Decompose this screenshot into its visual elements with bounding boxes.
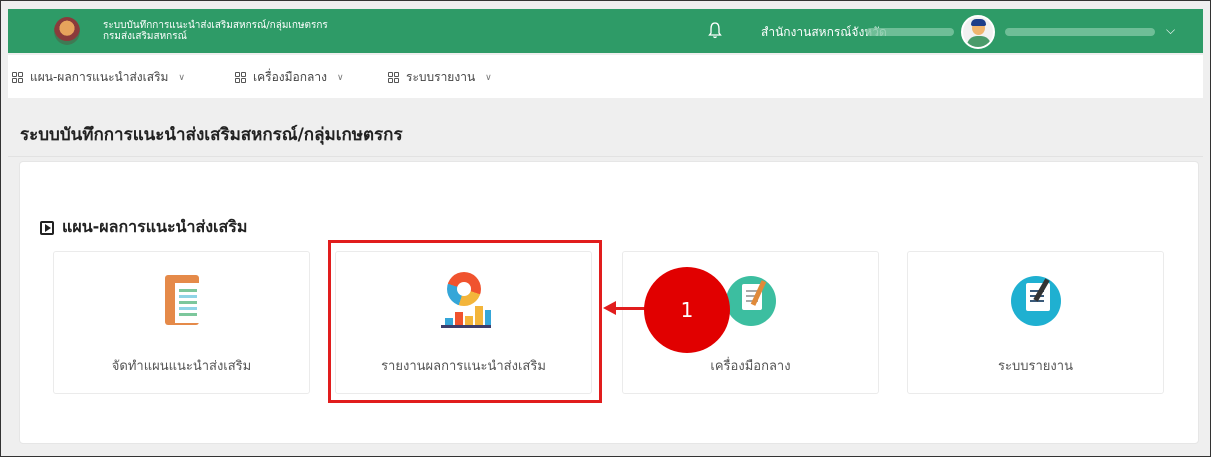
section-title-text: แผน-ผลการแนะนำส่งเสริม bbox=[62, 217, 248, 236]
section-title: แผน-ผลการแนะนำส่งเสริม bbox=[40, 215, 247, 240]
app-title: ระบบบันทึกการแนะนำส่งเสริมสหกรณ์/กลุ่มเก… bbox=[103, 20, 328, 42]
menu-item-reports[interactable]: ระบบรายงาน ∨ bbox=[388, 68, 492, 87]
page-title: ระบบบันทึกการแนะนำส่งเสริมสหกรณ์/กลุ่มเก… bbox=[20, 125, 403, 145]
screenshot-frame: ระบบบันทึกการแนะนำส่งเสริมสหกรณ์/กลุ่มเก… bbox=[0, 0, 1211, 457]
menu-item-label: แผน-ผลการแนะนำส่งเสริม bbox=[30, 70, 169, 84]
grid-icon bbox=[12, 71, 24, 84]
grid-icon bbox=[235, 71, 247, 84]
menu-bar: แผน-ผลการแนะนำส่งเสริม ∨ เครื่องมือกลาง … bbox=[8, 55, 1203, 98]
chevron-down-icon: ∨ bbox=[178, 72, 186, 83]
tile-report-system[interactable]: ระบบรายงาน bbox=[907, 251, 1164, 394]
org-name-redacted bbox=[866, 28, 954, 36]
tile-label: เครื่องมือกลาง bbox=[710, 359, 791, 374]
tile-label: จัดทำแผนแนะนำส่งเสริม bbox=[111, 359, 252, 374]
tile-label: ระบบรายงาน bbox=[998, 359, 1073, 374]
user-name-redacted[interactable] bbox=[1005, 28, 1155, 36]
grid-icon bbox=[388, 71, 400, 84]
highlight-box bbox=[328, 240, 602, 403]
tile-create-plan[interactable]: จัดทำแผนแนะนำส่งเสริม bbox=[53, 251, 310, 394]
arrow-left-icon bbox=[603, 301, 616, 315]
bell-icon[interactable] bbox=[708, 21, 722, 39]
department-logo bbox=[54, 17, 80, 45]
play-square-icon bbox=[40, 220, 54, 235]
app-title-text: ระบบบันทึกการแนะนำส่งเสริมสหกรณ์/กลุ่มเก… bbox=[103, 20, 328, 31]
report-icon bbox=[1010, 272, 1061, 328]
chevron-down-icon: ∨ bbox=[485, 72, 492, 83]
step-badge: 1 bbox=[644, 267, 730, 353]
app-subtitle-text: กรมส่งเสริมสหกรณ์ bbox=[103, 31, 187, 42]
top-bar: ระบบบันทึกการแนะนำส่งเสริมสหกรณ์/กลุ่มเก… bbox=[8, 9, 1203, 53]
menu-item-label: ระบบรายงาน bbox=[406, 70, 476, 84]
notebook-icon bbox=[725, 272, 776, 328]
menu-item-plan-result[interactable]: แผน-ผลการแนะนำส่งเสริม ∨ bbox=[12, 68, 185, 87]
avatar[interactable] bbox=[961, 15, 995, 49]
chevron-down-icon[interactable]: ⌵ bbox=[1166, 23, 1175, 38]
menu-item-label: เครื่องมือกลาง bbox=[253, 70, 327, 84]
page-header: ระบบบันทึกการแนะนำส่งเสริมสหกรณ์/กลุ่มเก… bbox=[8, 101, 1203, 157]
chevron-down-icon: ∨ bbox=[336, 72, 344, 83]
menu-item-tools[interactable]: เครื่องมือกลาง ∨ bbox=[235, 68, 344, 87]
clipboard-icon bbox=[159, 272, 205, 328]
